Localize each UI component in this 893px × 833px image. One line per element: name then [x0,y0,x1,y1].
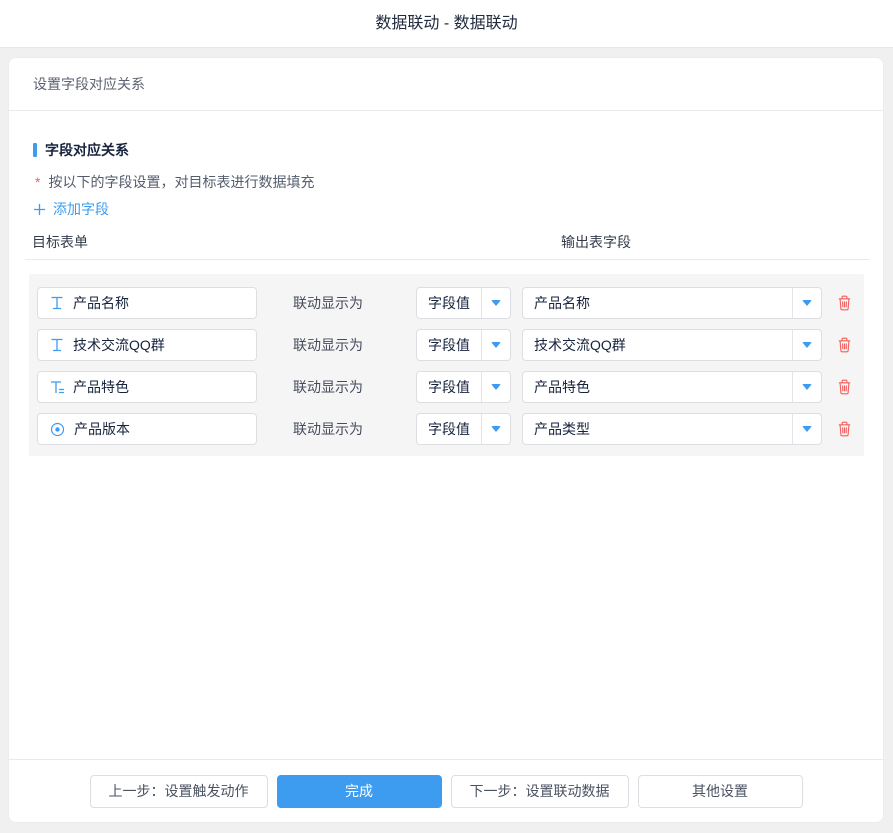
output-field-select[interactable]: 产品特色 [522,371,822,403]
required-note: * 按以下的字段设置，对目标表进行数据填充 [35,172,314,192]
display-mode-value: 字段值 [417,377,470,397]
delete-row-button[interactable] [837,379,852,395]
delete-row-button[interactable] [837,421,852,437]
chevron-down-icon [792,330,821,360]
display-mode-select[interactable]: 字段值 [416,413,511,445]
target-field-input[interactable]: 产品版本 [37,413,257,445]
field-mapping-list: 产品名称 联动显示为 字段值 产品名称 技术交流QQ群 联 [29,274,864,456]
output-field-select[interactable]: 产品类型 [522,413,822,445]
chevron-down-icon [792,372,821,402]
chevron-down-icon [792,288,821,318]
field-mapping-row: 产品版本 联动显示为 字段值 产品类型 [37,413,864,445]
panel-header: 设置字段对应关系 [9,58,883,111]
note-text: 按以下的字段设置，对目标表进行数据填充 [48,172,314,192]
chevron-down-icon [481,414,510,444]
required-asterisk: * [35,174,40,190]
text-input-icon [50,296,64,310]
delete-row-button[interactable] [837,295,852,311]
target-field-value: 产品版本 [74,419,130,439]
target-field-input[interactable]: 技术交流QQ群 [37,329,257,361]
chevron-down-icon [481,372,510,402]
field-mapping-row: 产品名称 联动显示为 字段值 产品名称 [37,287,864,319]
relation-label: 联动显示为 [293,293,367,313]
output-field-select[interactable]: 技术交流QQ群 [522,329,822,361]
output-field-value: 产品类型 [523,419,590,439]
target-field-value: 产品特色 [73,377,129,397]
output-field-value: 技术交流QQ群 [523,335,626,355]
delete-row-button[interactable] [837,337,852,353]
column-header-output: 输出表字段 [561,232,631,252]
section-title: 字段对应关系 [33,140,129,160]
chevron-down-icon [792,414,821,444]
relation-label: 联动显示为 [293,335,367,355]
window-titlebar: 数据联动 - 数据联动 [0,0,893,48]
prev-step-button[interactable]: 上一步：设置触发动作 [90,775,268,808]
textarea-icon [50,380,64,394]
add-field-button[interactable]: 添加字段 [33,199,109,219]
display-mode-value: 字段值 [417,335,470,355]
target-field-input[interactable]: 产品名称 [37,287,257,319]
field-mapping-row: 技术交流QQ群 联动显示为 字段值 技术交流QQ群 [37,329,864,361]
next-step-button[interactable]: 下一步：设置联动数据 [451,775,629,808]
chevron-down-icon [481,288,510,318]
display-mode-value: 字段值 [417,419,470,439]
header-divider [25,259,869,260]
display-mode-select[interactable]: 字段值 [416,329,511,361]
target-field-input[interactable]: 产品特色 [37,371,257,403]
radio-icon [50,422,65,437]
target-field-value: 产品名称 [73,293,129,313]
relation-label: 联动显示为 [293,377,367,397]
display-mode-select[interactable]: 字段值 [416,371,511,403]
chevron-down-icon [481,330,510,360]
page-title: 数据联动 - 数据联动 [0,0,893,47]
output-field-value: 产品特色 [523,377,590,397]
target-field-value: 技术交流QQ群 [73,335,165,355]
relation-label: 联动显示为 [293,419,367,439]
field-mapping-row: 产品特色 联动显示为 字段值 产品特色 [37,371,864,403]
plus-icon [33,203,46,216]
other-settings-button[interactable]: 其他设置 [638,775,803,808]
output-field-value: 产品名称 [523,293,590,313]
display-mode-select[interactable]: 字段值 [416,287,511,319]
add-field-label: 添加字段 [53,199,109,219]
finish-button[interactable]: 完成 [277,775,442,808]
text-input-icon [50,338,64,352]
section-title-text: 字段对应关系 [45,140,129,160]
display-mode-value: 字段值 [417,293,470,313]
settings-panel: 设置字段对应关系 字段对应关系 * 按以下的字段设置，对目标表进行数据填充 添加… [8,57,884,823]
output-field-select[interactable]: 产品名称 [522,287,822,319]
column-header-target: 目标表单 [32,232,88,252]
footer-actions: 上一步：设置触发动作 完成 下一步：设置联动数据 其他设置 [9,759,883,822]
accent-bar [33,143,37,157]
